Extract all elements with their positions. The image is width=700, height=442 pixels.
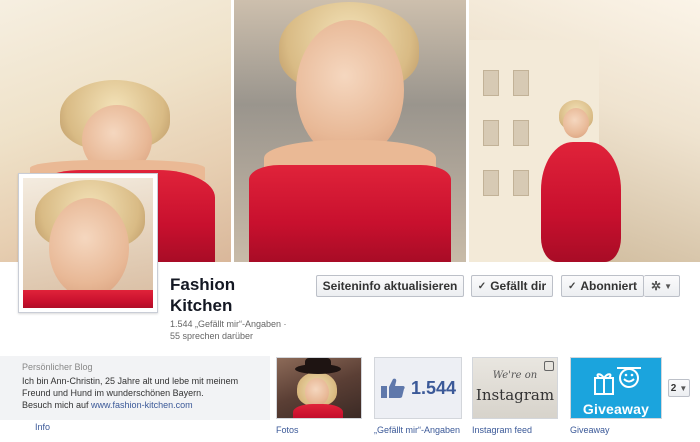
update-page-info-label: Seiteninfo aktualisieren — [322, 279, 458, 293]
gift-icon — [594, 367, 641, 395]
check-icon: ✓ — [477, 280, 487, 292]
talking-about-text: 55 sprechen darüber — [170, 331, 254, 341]
about-description: Ich bin Ann-Christin, 25 Jahre alt und l… — [22, 375, 262, 411]
likes-label[interactable]: „Gefällt mir“-Angaben — [374, 425, 460, 435]
cover-photo-center — [234, 0, 466, 262]
instagram-tile[interactable]: We're on Instagram — [472, 357, 558, 419]
photos-label[interactable]: Fotos — [276, 425, 299, 435]
info-link[interactable]: Info — [35, 422, 50, 432]
photos-tile[interactable] — [276, 357, 362, 419]
about-box: Persönlicher Blog Ich bin Ann-Christin, … — [0, 356, 270, 420]
settings-dropdown-button[interactable]: ✲ ▼ — [644, 275, 680, 297]
cover-photo-right — [469, 0, 700, 262]
profile-picture[interactable] — [18, 173, 158, 313]
chevron-down-icon: ▼ — [679, 383, 688, 393]
page-stats: 1.544 „Gefällt mir“-Angaben · 55 spreche… — [170, 318, 310, 342]
giveaway-label[interactable]: Giveaway — [570, 425, 610, 435]
liked-button[interactable]: ✓ Gefällt dir — [471, 275, 553, 297]
gear-icon: ✲ — [651, 279, 662, 293]
about-text: Ich bin Ann-Christin, 25 Jahre alt und l… — [22, 376, 239, 398]
thumbs-up-icon — [380, 378, 405, 398]
giveaway-banner-text: Giveaway — [582, 401, 650, 417]
chevron-down-icon: ▼ — [664, 281, 672, 291]
instagram-tagline: We're on — [492, 370, 538, 381]
liked-label: Gefällt dir — [490, 279, 547, 293]
more-apps-count: 2 — [670, 382, 677, 394]
page-category: Persönlicher Blog — [22, 362, 93, 372]
likes-count-text[interactable]: 1.544 „Gefällt mir“-Angaben · — [170, 318, 310, 330]
instagram-wordmark: Instagram — [475, 386, 555, 404]
subscribed-label: Abonniert — [580, 279, 638, 293]
page-title[interactable]: Fashion Kitchen — [170, 274, 290, 316]
website-link[interactable]: www.fashion-kitchen.com — [91, 400, 193, 410]
update-page-info-button[interactable]: Seiteninfo aktualisieren — [316, 275, 464, 297]
check-icon: ✓ — [567, 280, 577, 292]
likes-tile[interactable]: 1.544 — [374, 357, 462, 419]
instagram-label[interactable]: Instagram feed — [472, 425, 532, 435]
likes-count: 1.544 — [410, 377, 457, 398]
subscribed-button[interactable]: ✓ Abonniert — [561, 275, 644, 297]
visit-prefix: Besuch mich auf — [22, 400, 92, 410]
more-apps-button[interactable]: 2 ▼ — [668, 379, 690, 397]
giveaway-tile[interactable]: Giveaway — [570, 357, 662, 419]
